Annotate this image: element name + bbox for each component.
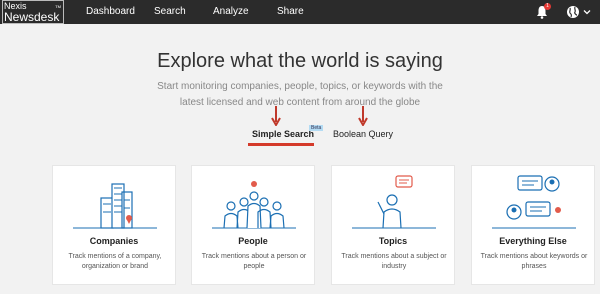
card-description: Track mentions about a subject or indust… [341, 253, 447, 270]
people-icon [212, 181, 296, 229]
active-tab-underline [248, 143, 314, 146]
tab-simple-search[interactable]: Simple Search [252, 129, 314, 139]
notification-count-badge: 1 [544, 3, 551, 10]
nav-dashboard[interactable]: Dashboard [86, 0, 135, 24]
globe-icon[interactable] [566, 5, 580, 19]
top-navbar: Nexis Newsdesk TM Dashboard Search Analy… [0, 0, 600, 24]
nav-analyze[interactable]: Analyze [213, 0, 249, 24]
down-arrow-annotation-icon [358, 106, 368, 126]
card-everything-else[interactable]: Everything Else Track mentions about key… [471, 165, 595, 285]
card-title: Companies [89, 236, 139, 246]
topic-person-icon [352, 175, 436, 229]
buildings-icon [73, 183, 157, 229]
card-description: Track mentions about a person or people [201, 253, 307, 270]
page-subtitle: Start monitoring companies, people, topi… [157, 81, 443, 108]
tab-boolean-query[interactable]: Boolean Query [333, 129, 393, 139]
down-arrow-annotation-icon [271, 106, 281, 126]
card-companies[interactable]: Companies Track mentions of a company, o… [52, 165, 176, 285]
page-title: Explore what the world is saying [157, 50, 443, 72]
beta-badge: Beta [309, 125, 324, 131]
card-title: Topics [378, 236, 408, 246]
chat-bubbles-icon [492, 175, 576, 229]
card-title: Everything Else [499, 236, 567, 246]
nav-search[interactable]: Search [154, 0, 186, 24]
chevron-down-icon[interactable] [583, 8, 591, 16]
logo-line2: Newsdesk [4, 10, 60, 24]
card-title: People [238, 236, 268, 246]
card-people[interactable]: People Track mentions about a person or … [191, 165, 315, 285]
card-topics[interactable]: Topics Track mentions about a subject or… [331, 165, 455, 285]
card-description: Track mentions of a company, organizatio… [68, 253, 162, 270]
card-description: Track mentions about keywords or phrases [480, 253, 588, 270]
nav-share[interactable]: Share [277, 0, 304, 24]
nexis-newsdesk-logo[interactable]: Nexis Newsdesk TM [2, 0, 64, 24]
logo-tm: TM [55, 4, 61, 9]
